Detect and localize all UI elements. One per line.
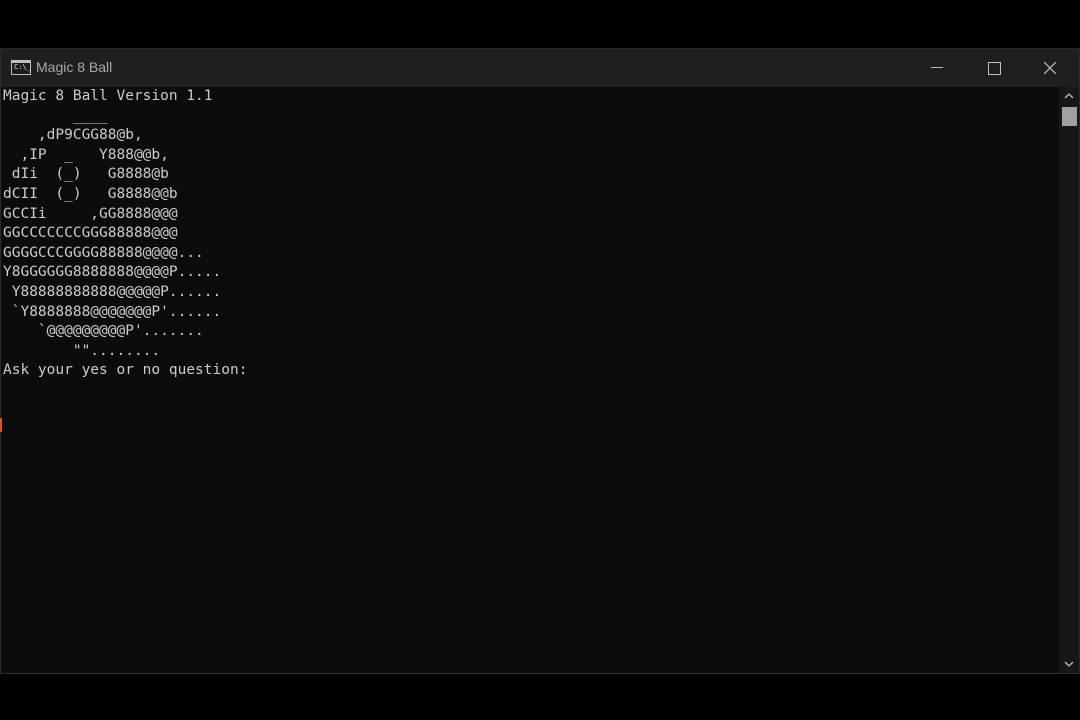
prompt-line: Ask your yes or no question: [3, 362, 257, 379]
vertical-scrollbar[interactable] [1059, 87, 1079, 673]
ascii-art-line: ""........ [3, 342, 161, 359]
close-button[interactable] [1021, 49, 1077, 87]
scroll-down-button[interactable] [1059, 655, 1079, 673]
console-icon-text: C:\_ [14, 63, 31, 71]
console-output[interactable]: Magic 8 Ball Version 1.1 ____ ,dP9CGG88@… [1, 87, 1059, 673]
ascii-art-line: GGGGCCCGGGG88888@@@@... [3, 244, 204, 261]
scroll-up-button[interactable] [1059, 87, 1079, 105]
scroll-thumb[interactable] [1062, 107, 1077, 126]
close-icon [1044, 62, 1056, 74]
console-window: C:\_ Magic 8 Ball Magic 8 Ball Version 1… [0, 48, 1080, 674]
version-line: Magic 8 Ball Version 1.1 [3, 88, 213, 104]
ascii-art-line: ____ [3, 107, 108, 124]
ascii-art-line: ,IP _ Y888@@b, [3, 146, 169, 163]
ascii-art-line: dCII (_) G8888@@b [3, 185, 178, 202]
ascii-art-line: GCCIi ,GG8888@@@ [3, 205, 178, 222]
console-icon[interactable]: C:\_ [11, 60, 31, 75]
ascii-art-line: dIi (_) G8888@b [3, 166, 169, 183]
ascii-art-line: Y8GGGGGG8888888@@@@P..... [3, 264, 222, 281]
maximize-button[interactable] [965, 49, 1021, 87]
minimize-button[interactable] [909, 49, 965, 87]
window-title: Magic 8 Ball [36, 59, 113, 75]
ascii-art-line: GGCCCCCCCGGG88888@@@ [3, 225, 178, 242]
title-bar[interactable]: C:\_ Magic 8 Ball [1, 49, 1079, 87]
ascii-art-line: Y88888888888@@@@@P...... [3, 283, 222, 300]
edge-mark [0, 418, 2, 432]
ascii-art-line: `Y8888888@@@@@@@P'...... [3, 303, 222, 320]
chevron-down-icon [1064, 661, 1074, 667]
ascii-art-line: `@@@@@@@@@P'....... [3, 323, 204, 340]
chevron-up-icon [1064, 93, 1074, 99]
ascii-art-line: ,dP9CGG88@b, [3, 127, 143, 144]
console-text: Magic 8 Ball Version 1.1 ____ ,dP9CGG88@… [3, 87, 256, 381]
